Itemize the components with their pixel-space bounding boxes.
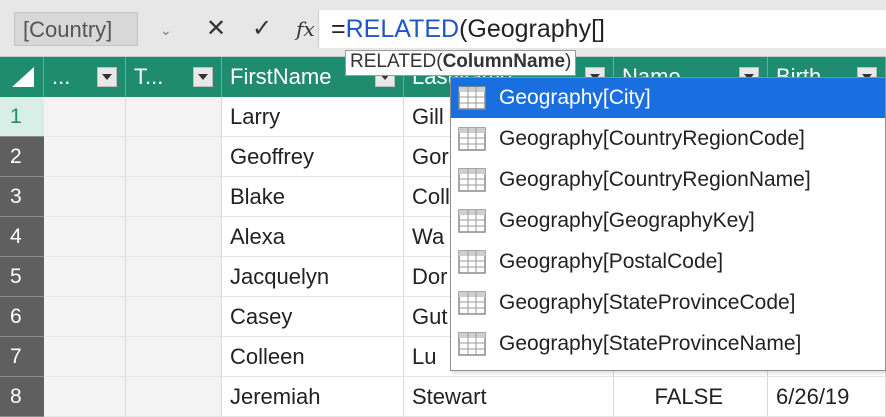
row-number[interactable]: 2 bbox=[0, 137, 44, 177]
autocomplete-item-label: Geography[City] bbox=[499, 86, 651, 109]
autocomplete-item[interactable]: Geography[CountryRegionCode] bbox=[451, 119, 885, 159]
table-column-icon bbox=[458, 168, 486, 192]
table-column-icon bbox=[458, 250, 486, 274]
autocomplete-item[interactable]: Geography[CountryRegionName] bbox=[451, 160, 885, 200]
autocomplete-item[interactable]: Geography[City] bbox=[451, 78, 885, 118]
formula-arguments: (Geography[] bbox=[459, 15, 605, 43]
select-all-triangle-icon bbox=[12, 67, 34, 87]
autocomplete-item[interactable]: Geography[StateProvinceName] bbox=[451, 324, 885, 364]
table-cell[interactable] bbox=[44, 177, 126, 217]
tooltip-parameter: ColumnName bbox=[442, 51, 566, 72]
select-all-corner[interactable] bbox=[0, 57, 44, 97]
autocomplete-item[interactable]: Geography[PostalCode] bbox=[451, 242, 885, 282]
tooltip-function: RELATED( bbox=[350, 51, 443, 72]
firstname-cell[interactable]: Jacquelyn bbox=[222, 257, 404, 297]
birth-cell[interactable]: 6/26/19 bbox=[768, 377, 886, 417]
autocomplete-item-label: Geography[GeographyKey] bbox=[499, 209, 755, 232]
table-cell[interactable] bbox=[126, 337, 222, 377]
table-cell[interactable] bbox=[44, 337, 126, 377]
table-cell[interactable] bbox=[126, 217, 222, 257]
table-cell[interactable] bbox=[126, 377, 222, 417]
table-cell[interactable] bbox=[44, 377, 126, 417]
name-box[interactable]: [Country] bbox=[14, 12, 138, 46]
function-signature-tooltip: RELATED(ColumnName) bbox=[345, 50, 577, 76]
column-header[interactable]: T... bbox=[126, 57, 222, 97]
row-number[interactable]: 5 bbox=[0, 257, 44, 297]
table-cell[interactable] bbox=[44, 217, 126, 257]
row-number[interactable]: 3 bbox=[0, 177, 44, 217]
firstname-cell[interactable]: Jeremiah bbox=[222, 377, 404, 417]
formula-equals: = bbox=[331, 15, 346, 43]
firstname-cell[interactable]: Larry bbox=[222, 97, 404, 137]
autocomplete-item-label: Geography[CountryRegionName] bbox=[499, 168, 811, 191]
formula-bar: [Country] ⌄ ✕ ✓ fx =RELATED(Geography[] bbox=[0, 0, 886, 57]
table-cell[interactable] bbox=[126, 137, 222, 177]
table-cell[interactable] bbox=[126, 177, 222, 217]
column-header[interactable]: ... bbox=[44, 57, 126, 97]
autocomplete-item-label: Geography[StateProvinceName] bbox=[499, 332, 802, 355]
autocomplete-item-label: Geography[PostalCode] bbox=[499, 250, 724, 273]
firstname-cell[interactable]: Casey bbox=[222, 297, 404, 337]
insert-function-icon[interactable]: fx bbox=[296, 12, 315, 46]
autocomplete-list: Geography[City] Geography[CountryRegionC… bbox=[450, 77, 886, 371]
name-cell[interactable]: FALSE bbox=[614, 377, 768, 417]
table-row[interactable]: 8 Jeremiah Stewart FALSE 6/26/19 bbox=[0, 377, 886, 417]
firstname-cell[interactable]: Blake bbox=[222, 177, 404, 217]
firstname-cell[interactable]: Alexa bbox=[222, 217, 404, 257]
autocomplete-item-label: Geography[CountryRegionCode] bbox=[499, 127, 805, 150]
table-column-icon bbox=[458, 209, 486, 233]
commit-icon[interactable]: ✓ bbox=[252, 12, 272, 46]
column-header-label: FirstName bbox=[230, 64, 332, 89]
cancel-icon[interactable]: ✕ bbox=[206, 12, 226, 46]
table-cell[interactable] bbox=[44, 97, 126, 137]
lastname-cell[interactable]: Stewart bbox=[404, 377, 614, 417]
name-box-dropdown-icon[interactable]: ⌄ bbox=[160, 22, 172, 39]
column-filter-dropdown-icon[interactable] bbox=[97, 67, 117, 87]
table-cell[interactable] bbox=[44, 297, 126, 337]
table-cell[interactable] bbox=[44, 257, 126, 297]
formula-input[interactable]: =RELATED(Geography[] bbox=[318, 10, 886, 48]
table-cell[interactable] bbox=[44, 137, 126, 177]
table-column-icon bbox=[458, 86, 486, 110]
table-cell[interactable] bbox=[126, 257, 222, 297]
firstname-cell[interactable]: Colleen bbox=[222, 337, 404, 377]
column-header-label: T... bbox=[134, 64, 164, 89]
table-column-icon bbox=[458, 291, 486, 315]
table-column-icon bbox=[458, 332, 486, 356]
row-number[interactable]: 6 bbox=[0, 297, 44, 337]
row-number[interactable]: 7 bbox=[0, 337, 44, 377]
autocomplete-item-label: Geography[StateProvinceCode] bbox=[499, 291, 796, 314]
autocomplete-item[interactable]: Geography[StateProvinceCode] bbox=[451, 283, 885, 323]
row-number[interactable]: 1 bbox=[0, 97, 44, 137]
row-number[interactable]: 8 bbox=[0, 377, 44, 417]
column-header-label: ... bbox=[52, 64, 71, 89]
table-cell[interactable] bbox=[126, 297, 222, 337]
autocomplete-item[interactable]: Geography[GeographyKey] bbox=[451, 201, 885, 241]
formula-keyword: RELATED bbox=[345, 15, 460, 43]
column-filter-dropdown-icon[interactable] bbox=[193, 67, 213, 87]
tooltip-close-paren: ) bbox=[565, 51, 572, 72]
firstname-cell[interactable]: Geoffrey bbox=[222, 137, 404, 177]
row-number[interactable]: 4 bbox=[0, 217, 44, 257]
table-column-icon bbox=[458, 127, 486, 151]
table-cell[interactable] bbox=[126, 97, 222, 137]
